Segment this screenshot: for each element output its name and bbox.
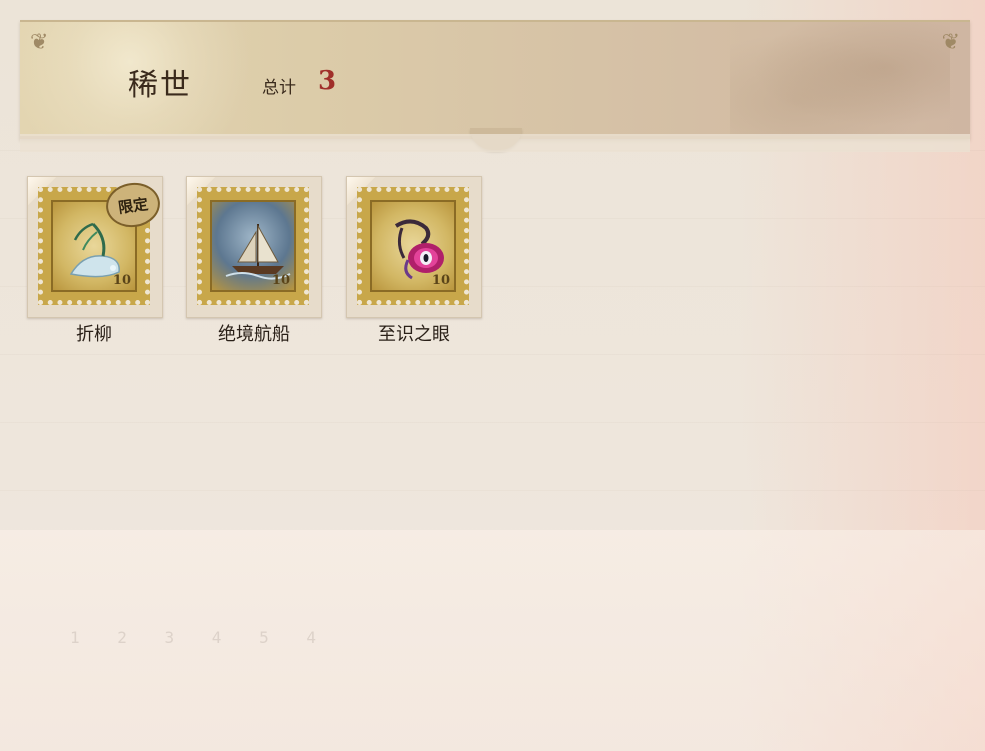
faded-numbers: 1 2 3 4 5 4	[70, 628, 330, 647]
item-name-ship: 绝境航船	[218, 324, 290, 345]
item-name-eye: 至识之眼	[378, 324, 450, 345]
stamp-frame: 10	[357, 187, 469, 305]
stamp-value: 10	[431, 273, 450, 288]
stamp-inner: 10	[370, 200, 456, 292]
stamp-inner: 10	[210, 200, 296, 292]
item-card-zheliu[interactable]: 10 限定	[27, 176, 163, 318]
category-title: 稀世	[128, 68, 192, 103]
stamp-frame: 10	[197, 187, 309, 305]
leaf-decoration	[730, 22, 950, 136]
item-card-ship[interactable]: 10	[186, 176, 322, 318]
banner-strip	[20, 134, 970, 152]
total-count: 3	[318, 66, 337, 96]
item-card-eye[interactable]: 10	[346, 176, 482, 318]
stamp-value: 10	[112, 273, 131, 288]
total-label: 总计	[262, 78, 296, 98]
left-ornament-icon: ❦	[30, 30, 49, 55]
stamp-value: 10	[271, 273, 290, 288]
item-name-zheliu: 折柳	[76, 324, 112, 345]
